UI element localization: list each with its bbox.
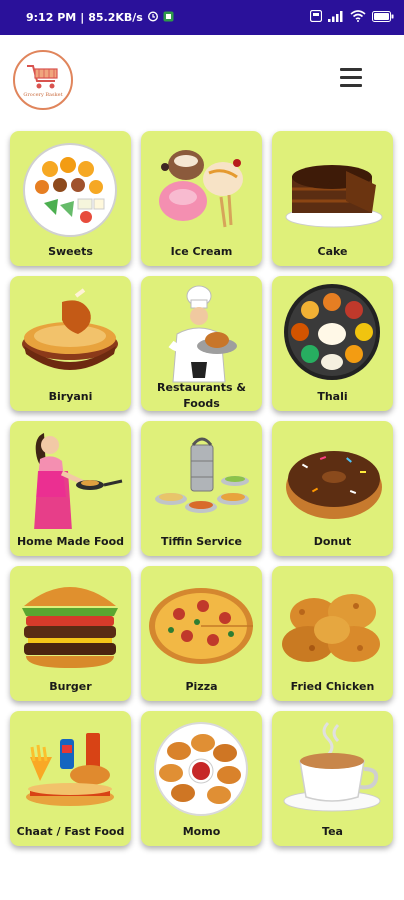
wifi-icon [350,10,366,25]
category-card-biryani[interactable]: Biryani [10,276,131,411]
donut-icon [286,451,382,519]
category-label: Burger [49,680,92,693]
category-card-pizza[interactable]: Pizza [141,566,262,701]
status-time: 9:12 PM [26,11,77,24]
momo-plate-icon [154,722,248,816]
category-card-tiffin-service[interactable]: Tiffin Service [141,421,262,556]
network-speed: 85.2KB/s [88,11,143,24]
category-card-restaurants-foods[interactable]: Restaurants & Foods [141,276,262,411]
category-label: Pizza [185,680,218,693]
vowifi-icon [309,9,323,25]
category-card-fried-chicken[interactable]: Fried Chicken [272,566,393,701]
category-label: Biryani [48,390,93,403]
category-label: Tiffin Service [161,535,242,548]
ice-cream-scoops-icon [159,150,243,228]
shopping-cart-logo-icon [27,64,58,88]
sweets-platter-icon [23,143,117,237]
chef-icon [168,285,237,383]
category-label: Home Made Food [16,535,125,548]
category-label: Tea [322,825,343,838]
category-label: Ice Cream [170,245,233,258]
app-notification-icon [163,11,174,25]
pizza-icon [149,588,253,664]
status-bar: 9:12 PM | 85.2KB/s [0,0,404,35]
category-label: Donut [313,535,352,548]
category-grid: Sweets Ice Cream Cake Biryani Restaurant… [10,131,396,846]
category-card-sweets[interactable]: Sweets [10,131,131,266]
thali-plate-icon [284,284,380,380]
category-card-momo[interactable]: Momo [141,711,262,846]
category-card-ice-cream[interactable]: Ice Cream [141,131,262,266]
category-label: Chaat / Fast Food [16,825,125,838]
category-card-home-made-food[interactable]: Home Made Food [10,421,131,556]
category-label: Momo [182,825,221,838]
category-label: Fried Chicken [290,680,375,693]
category-card-tea[interactable]: Tea [272,711,393,846]
category-label: Cake [317,245,348,258]
category-label: Thali [317,390,348,403]
woman-cooking-icon [34,433,123,529]
fast-food-icon [26,733,114,806]
category-label: Sweets [48,245,93,258]
tiffin-box-icon [155,437,249,513]
category-card-burger[interactable]: Burger [10,566,131,701]
logo-text: Grocery Basket [23,91,63,98]
category-card-thali[interactable]: Thali [272,276,393,411]
category-label: Restaurants & Foods [157,381,246,410]
tea-cup-icon [283,721,381,812]
burger-icon [22,587,118,668]
fried-chicken-icon [282,594,380,662]
category-card-cake[interactable]: Cake [272,131,393,266]
app-header: Grocery Basket [0,35,404,123]
signal-icon [328,10,344,25]
app-logo[interactable]: Grocery Basket [13,50,73,110]
category-card-donut[interactable]: Donut [272,421,393,556]
chocolate-cake-icon [285,165,383,228]
biryani-bowl-icon [22,288,118,370]
battery-icon [372,10,394,25]
alarm-icon [147,10,159,25]
category-card-chaat-fast-food[interactable]: Chaat / Fast Food [10,711,131,846]
hamburger-menu-icon[interactable] [340,68,362,88]
